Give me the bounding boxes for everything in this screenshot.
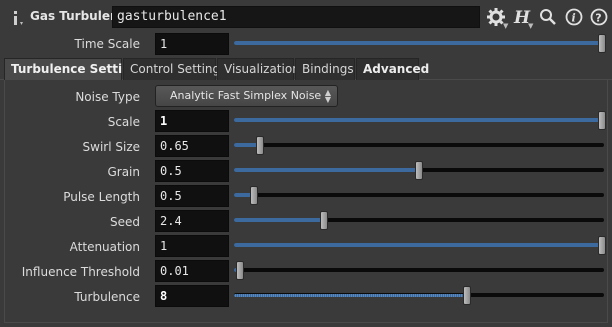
seed-label: Seed [110,215,140,229]
time-scale-slider[interactable] [234,33,606,55]
swirl-size-slider[interactable] [234,135,604,157]
scale-slider[interactable] [234,110,606,132]
grain-label: Grain [107,165,140,179]
node-header: Gas Turbulence gasturbulence1 ▼ H ▼ i ? [0,0,612,33]
node-name-field[interactable]: gasturbulence1 [112,6,480,28]
noise-type-dropdown[interactable]: Analytic Fast Simplex Noise ▲ ▼ [155,85,338,107]
turbulence-slider-handle[interactable] [462,286,471,305]
help-menu-caret-icon: ▼ [528,22,534,30]
tab-control-settings[interactable]: Control Settings [123,58,226,80]
influence-threshold-label: Influence Threshold [21,265,140,279]
scale-label: Scale [107,115,140,129]
info-icon[interactable] [8,8,28,28]
turbulence-label: Turbulence [74,290,140,304]
svg-text:?: ? [595,12,601,25]
scale-slider-handle[interactable] [598,111,606,130]
influence-threshold-slider-handle[interactable] [235,261,244,280]
swirl-size-field[interactable]: 0.65 [155,135,229,157]
turbulence-slider[interactable] [234,285,604,307]
seed-slider-handle[interactable] [319,211,328,230]
swirl-size-slider-handle[interactable] [255,136,264,155]
grain-slider[interactable] [234,160,604,182]
seed-slider[interactable] [234,210,604,232]
influence-threshold-field[interactable]: 0.01 [155,260,229,282]
scale-field[interactable]: 1 [155,110,229,132]
grain-field[interactable]: 0.5 [155,160,229,182]
turbulence-field[interactable]: 8 [155,285,229,307]
time-scale-field[interactable]: 1 [155,33,229,55]
swirl-size-label: Swirl Size [82,140,140,154]
pulse-length-slider-handle[interactable] [250,186,259,205]
help-icon[interactable]: ? [589,7,609,27]
pulse-length-label: Pulse Length [63,190,140,204]
pulse-length-slider[interactable] [234,185,604,207]
dropdown-arrows-icon: ▲ ▼ [324,88,331,104]
seed-field[interactable]: 2.4 [155,210,229,232]
tab-advanced[interactable]: Advanced [356,58,429,80]
grain-slider-handle[interactable] [415,161,423,180]
search-icon[interactable] [538,7,558,27]
tab-bar: Turbulence Settings Control Settings Vis… [0,58,612,80]
tab-bindings[interactable]: Bindings [295,58,355,80]
tab-visualization[interactable]: Visualization [217,58,300,80]
noise-type-label: Noise Type [75,90,140,104]
attenuation-slider[interactable] [234,235,606,257]
info-circle-icon[interactable]: i [564,7,584,27]
pulse-length-field[interactable]: 0.5 [155,185,229,207]
time-scale-slider-handle[interactable] [598,34,606,53]
noise-type-value: Analytic Fast Simplex Noise [170,89,322,102]
attenuation-field[interactable]: 1 [155,235,229,257]
attenuation-slider-handle[interactable] [598,236,606,255]
attenuation-label: Attenuation [69,240,140,254]
influence-threshold-slider[interactable] [234,260,604,282]
svg-text:i: i [572,12,576,25]
gear-menu-caret-icon: ▼ [503,22,509,30]
tab-turbulence-settings[interactable]: Turbulence Settings [4,58,146,80]
time-scale-label: Time Scale [74,37,140,51]
